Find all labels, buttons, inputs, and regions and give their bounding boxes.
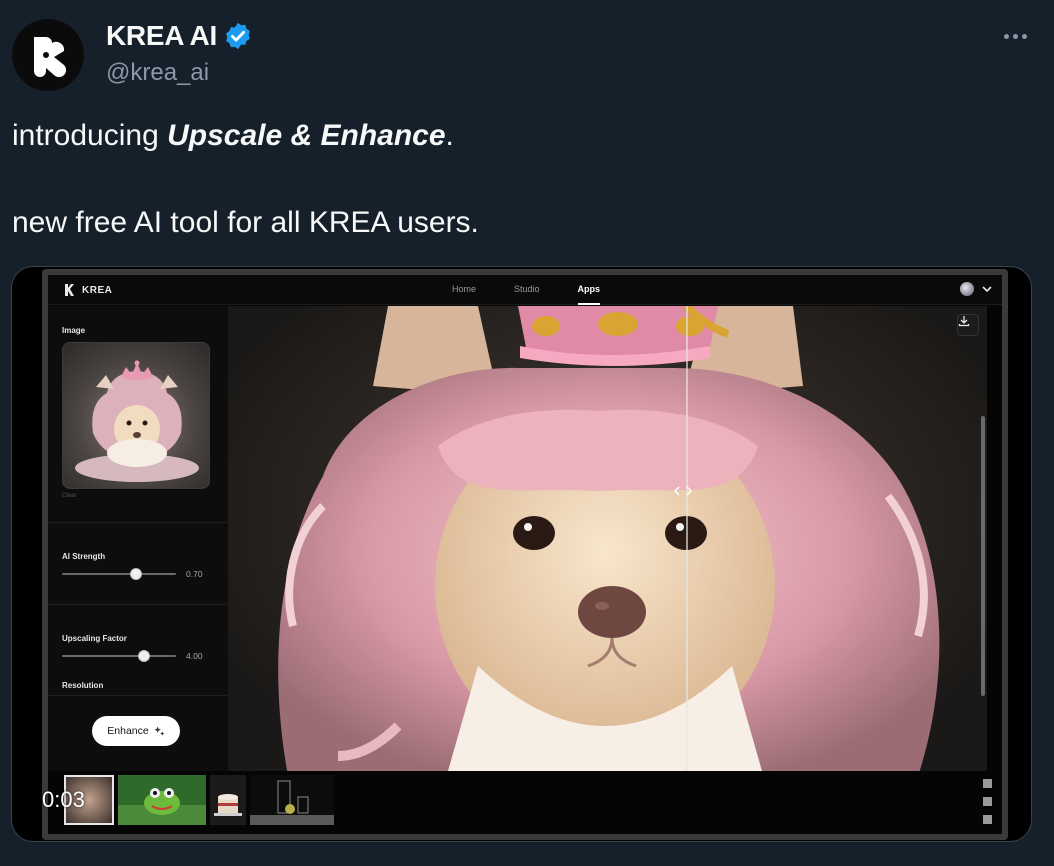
compare-handle-icon xyxy=(673,486,693,496)
sparkle-icon xyxy=(154,725,165,736)
tweet-text-line1: introducing Upscale & Enhance. xyxy=(12,118,454,154)
ai-strength-value: 0.70 xyxy=(186,569,203,579)
author-name-row: KREA AI xyxy=(106,20,253,52)
video-timestamp: 0:03 xyxy=(42,787,85,812)
download-icon xyxy=(958,316,970,327)
upscaling-factor-slider-knob[interactable] xyxy=(138,650,151,662)
tweet-text-line2: new free AI tool for all KREA users. xyxy=(12,206,479,239)
nav-apps[interactable]: Apps xyxy=(577,275,601,305)
nav-home[interactable]: Home xyxy=(452,275,476,305)
krea-logo-icon xyxy=(34,37,67,78)
frog-image xyxy=(118,775,206,825)
source-image xyxy=(75,360,199,482)
image-compare-viewer[interactable] xyxy=(228,306,987,771)
device-frame: KREA Home Studio Apps Image Clear AI Str… xyxy=(42,269,1008,840)
source-image-thumbnail[interactable] xyxy=(62,342,210,489)
compare-handle[interactable] xyxy=(672,486,696,500)
glasses-image xyxy=(250,775,334,825)
tweet-text-prefix: introducing xyxy=(12,119,168,152)
cake-image xyxy=(210,775,246,825)
single-view-icon[interactable] xyxy=(983,779,992,788)
enhance-button-label: Enhance xyxy=(107,725,149,737)
tweet-media-video[interactable]: KREA Home Studio Apps Image Clear AI Str… xyxy=(11,266,1032,842)
app-nav: Home Studio Apps xyxy=(452,275,638,305)
nav-studio[interactable]: Studio xyxy=(514,275,540,305)
split-view-icon[interactable] xyxy=(983,797,992,806)
history-strip xyxy=(48,771,1002,834)
dog-image xyxy=(278,306,940,771)
settings-panel: Image Clear AI Strength 0.70 Upscaling F… xyxy=(48,306,228,771)
tweet-text-suffix: . xyxy=(445,119,454,152)
resolution-label: Resolution xyxy=(62,681,104,690)
viewer-scrollbar[interactable] xyxy=(981,416,985,696)
view-mode-toggle xyxy=(983,779,992,824)
upscaling-factor-slider[interactable] xyxy=(62,650,176,662)
more-button[interactable] xyxy=(1000,24,1030,48)
author-name[interactable]: KREA AI xyxy=(106,20,217,52)
user-avatar[interactable] xyxy=(960,282,974,296)
upscaling-factor-label: Upscaling Factor xyxy=(62,634,127,643)
enhance-button[interactable]: Enhance xyxy=(92,716,180,746)
verified-badge-icon xyxy=(226,22,250,50)
download-button[interactable] xyxy=(957,314,979,336)
app-topbar: KREA Home Studio Apps xyxy=(48,275,1002,305)
app-logo[interactable]: KREA xyxy=(64,284,112,296)
more-icon xyxy=(1003,33,1009,39)
app-brand: KREA xyxy=(82,284,113,296)
history-thumb-cake[interactable] xyxy=(210,775,246,825)
grid-view-icon[interactable] xyxy=(983,815,992,824)
ai-strength-slider-knob[interactable] xyxy=(130,568,143,580)
krea-app: KREA Home Studio Apps Image Clear AI Str… xyxy=(48,275,1002,834)
tweet-text-emphasis: Upscale & Enhance xyxy=(167,119,446,152)
krea-logo-icon xyxy=(65,284,74,296)
ai-strength-slider[interactable] xyxy=(62,568,176,580)
author-handle[interactable]: @krea_ai xyxy=(106,59,209,87)
history-thumb-frog[interactable] xyxy=(118,775,206,825)
author-avatar[interactable] xyxy=(12,19,84,91)
history-thumb-glasses[interactable] xyxy=(250,775,334,825)
user-menu[interactable] xyxy=(960,282,992,296)
ai-strength-label: AI Strength xyxy=(62,552,106,561)
upscaling-factor-value: 4.00 xyxy=(186,651,203,661)
chevron-down-icon xyxy=(982,286,992,293)
image-caption[interactable]: Clear xyxy=(62,493,76,499)
image-label: Image xyxy=(62,326,86,335)
